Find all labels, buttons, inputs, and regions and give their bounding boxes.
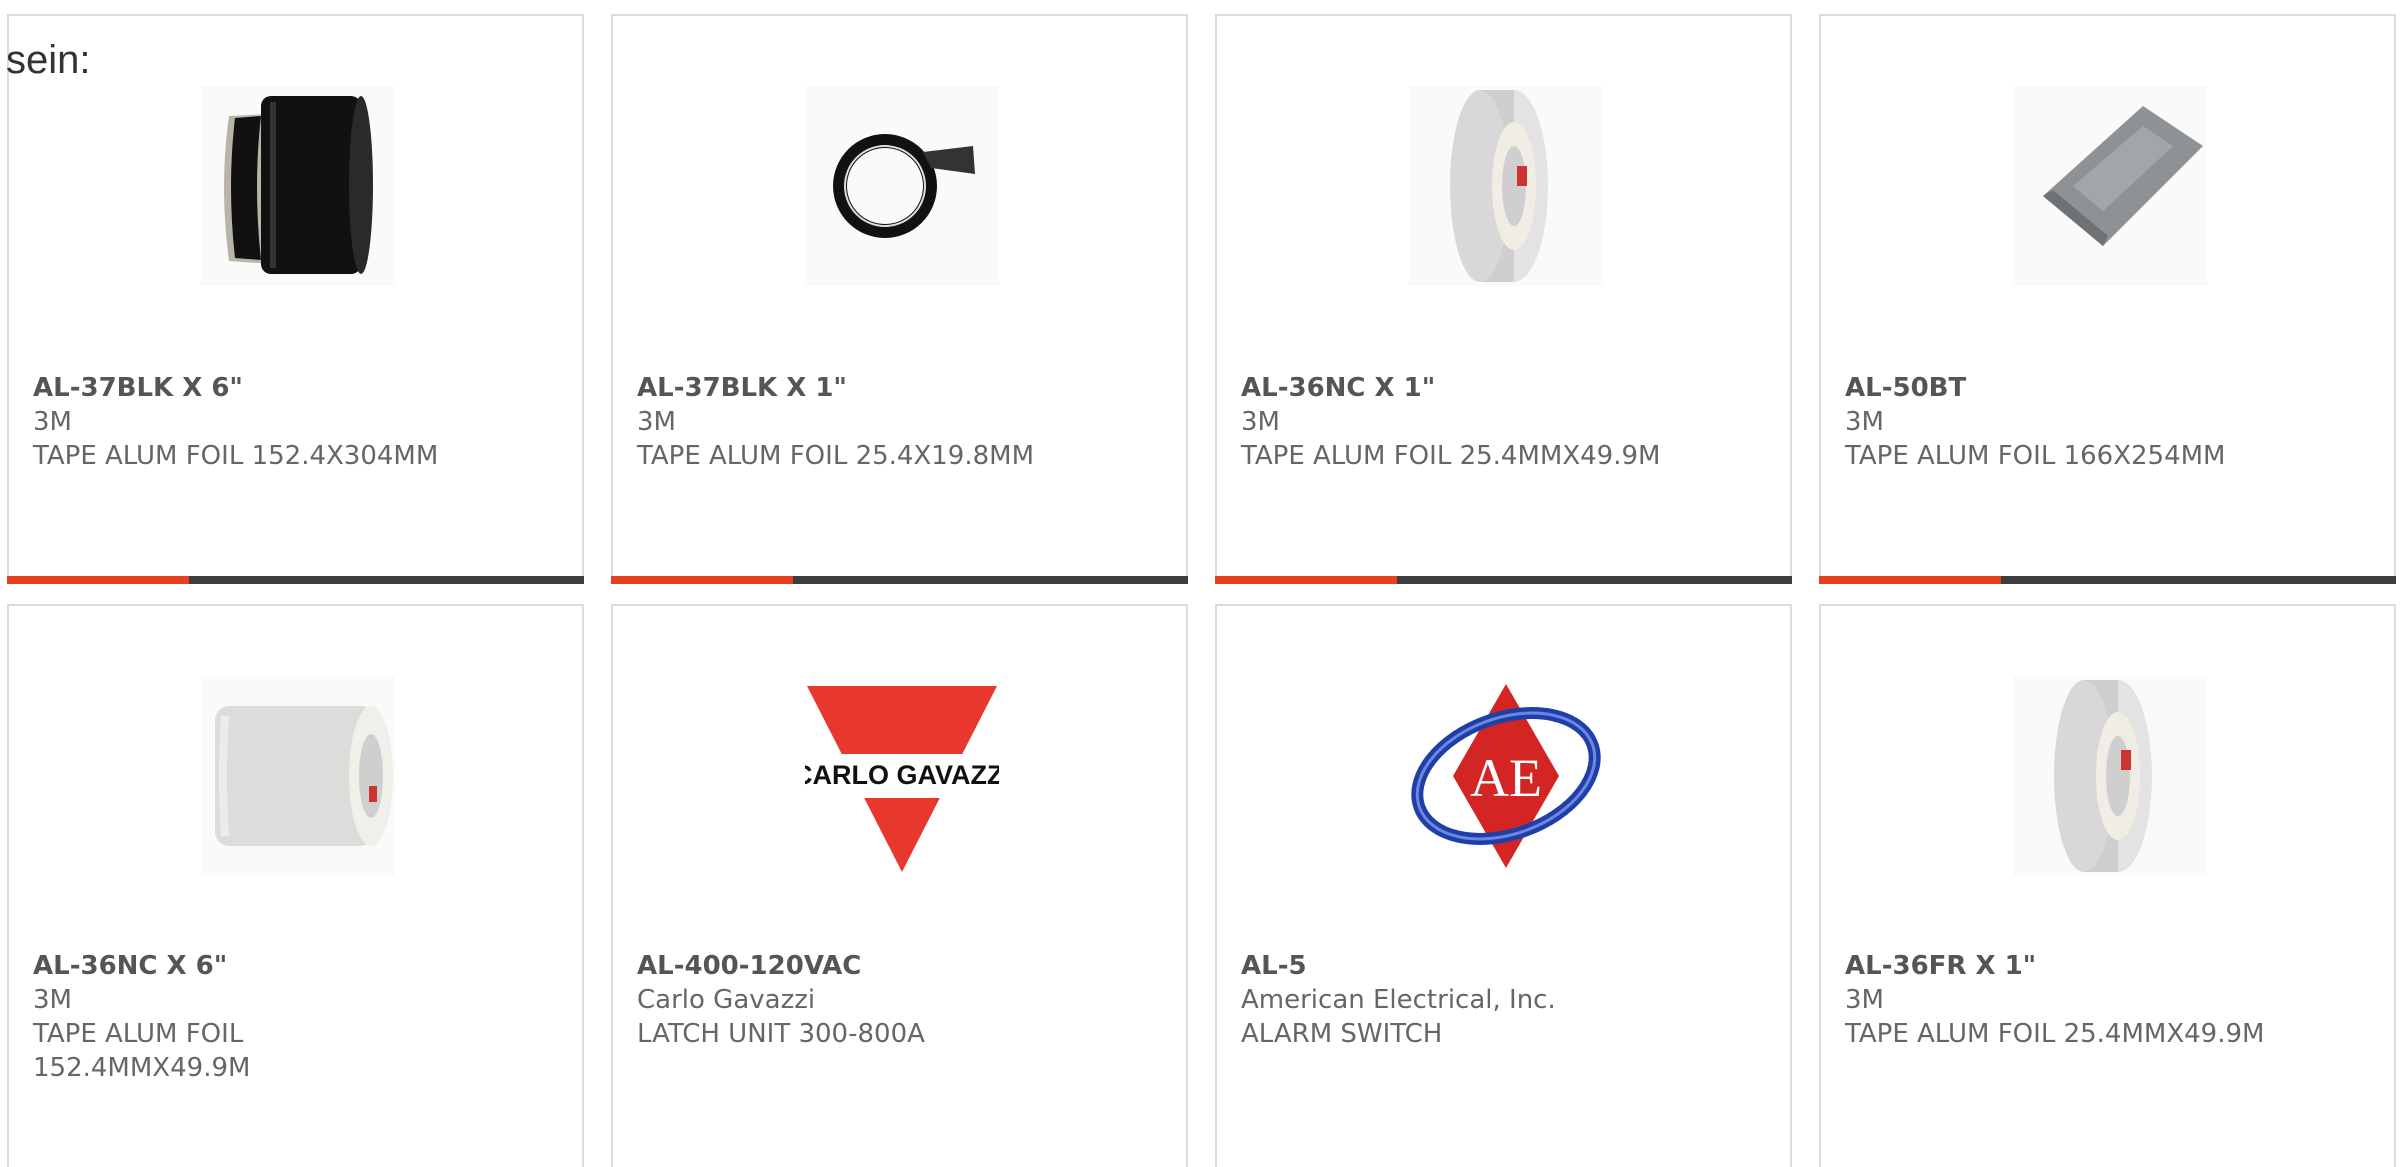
card-bar xyxy=(1215,576,1792,584)
part-number[interactable]: AL-50BT xyxy=(1845,371,2365,405)
american-electrical-logo[interactable]: AE xyxy=(1409,676,1603,876)
card-bar-accent xyxy=(1819,576,2002,584)
manufacturer: 3M xyxy=(1845,407,1884,437)
description: TAPE ALUM FOIL 25.4MMX49.9M xyxy=(1845,1019,2265,1049)
part-number[interactable]: AL-37BLK X 6" xyxy=(33,371,553,405)
product-card[interactable]: AL-36FR X 1" 3M TAPE ALUM FOIL 25.4MMX49… xyxy=(1819,604,2396,1167)
card-bar xyxy=(611,576,1188,584)
product-card[interactable]: AL-50BT 3M TAPE ALUM FOIL 166X254MM xyxy=(1819,14,2396,584)
intro-text: sein: xyxy=(6,38,91,82)
card-bar-accent xyxy=(1215,576,1398,584)
product-grid-page: sein: AL-37BLK X 6" 3M TAPE ALUM FOIL 15… xyxy=(0,0,2400,1167)
part-number[interactable]: AL-36NC X 1" xyxy=(1241,371,1761,405)
description: TAPE ALUM FOIL 152.4MMX49.9M xyxy=(33,1019,251,1083)
silver-tape-roll-image[interactable] xyxy=(1409,86,1603,286)
description: TAPE ALUM FOIL 25.4MMX49.9M xyxy=(1241,441,1661,471)
description: TAPE ALUM FOIL 152.4X304MM xyxy=(33,441,439,471)
manufacturer: 3M xyxy=(1845,985,1884,1015)
card-bar-accent xyxy=(7,576,190,584)
foil-sheet-image[interactable] xyxy=(2013,86,2207,286)
part-number[interactable]: AL-37BLK X 1" xyxy=(637,371,1157,405)
part-number[interactable]: AL-400-120VAC xyxy=(637,949,1157,983)
description: LATCH UNIT 300-800A xyxy=(637,1019,925,1049)
manufacturer: American Electrical, Inc. xyxy=(1241,985,1556,1015)
description: TAPE ALUM FOIL 25.4X19.8MM xyxy=(637,441,1035,471)
card-bar-accent xyxy=(611,576,794,584)
description: TAPE ALUM FOIL 166X254MM xyxy=(1845,441,2226,471)
card-bar xyxy=(7,576,584,584)
black-foil-roll-image[interactable] xyxy=(201,86,395,286)
product-card[interactable]: AE AL-5 American Electrical, Inc. ALARM … xyxy=(1215,604,1792,1167)
product-card[interactable]: CARLO GAVAZZI AL-400-120VAC Carlo Gavazz… xyxy=(611,604,1188,1167)
product-card[interactable]: AL-37BLK X 1" 3M TAPE ALUM FOIL 25.4X19.… xyxy=(611,14,1188,584)
silver-tape-roll-image[interactable] xyxy=(2013,676,2207,876)
product-card[interactable]: AL-37BLK X 6" 3M TAPE ALUM FOIL 152.4X30… xyxy=(7,14,584,584)
description: ALARM SWITCH xyxy=(1241,1019,1443,1049)
manufacturer: 3M xyxy=(33,407,72,437)
product-card[interactable]: AL-36NC X 1" 3M TAPE ALUM FOIL 25.4MMX49… xyxy=(1215,14,1792,584)
logo-text: AE xyxy=(1470,748,1542,808)
card-bar xyxy=(1819,576,2396,584)
wide-foil-roll-image[interactable] xyxy=(201,676,395,876)
manufacturer: 3M xyxy=(1241,407,1280,437)
part-number[interactable]: AL-36NC X 6" xyxy=(33,949,553,983)
black-tape-ring-image[interactable] xyxy=(805,86,999,286)
logo-text: CARLO GAVAZZI xyxy=(805,760,999,790)
carlo-gavazzi-logo[interactable]: CARLO GAVAZZI xyxy=(805,676,999,876)
manufacturer: Carlo Gavazzi xyxy=(637,985,816,1015)
manufacturer: 3M xyxy=(33,985,72,1015)
manufacturer: 3M xyxy=(637,407,676,437)
product-card[interactable]: AL-36NC X 6" 3M TAPE ALUM FOIL 152.4MMX4… xyxy=(7,604,584,1167)
part-number[interactable]: AL-36FR X 1" xyxy=(1845,949,2365,983)
part-number[interactable]: AL-5 xyxy=(1241,949,1761,983)
